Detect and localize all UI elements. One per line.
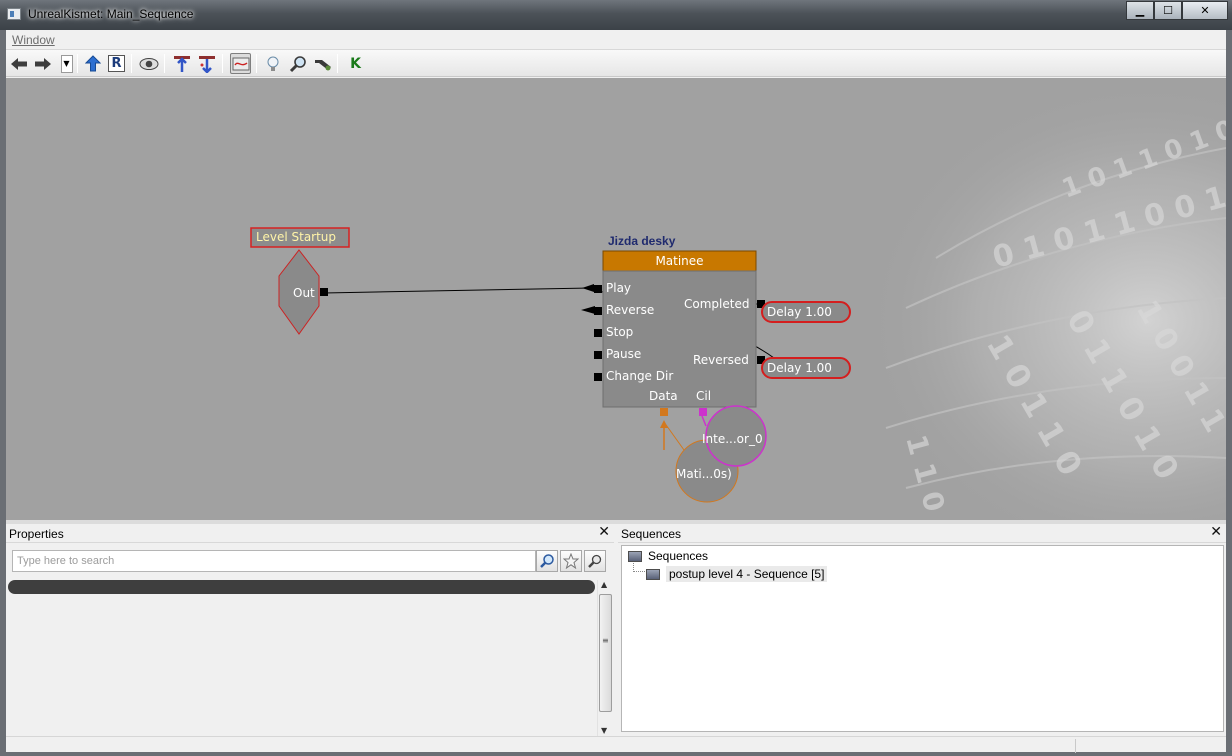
- sequence-folder-icon: [628, 550, 642, 562]
- scrollbar-thumb[interactable]: [599, 594, 612, 712]
- toolbar-separator: [337, 54, 338, 73]
- sequence-tree: Sequences postup level 4 - Sequence [5]: [621, 545, 1224, 732]
- matinee-title: Matinee: [655, 254, 704, 268]
- kismet-debugger-icon[interactable]: K: [345, 53, 366, 74]
- sequences-close-icon[interactable]: ✕: [1210, 524, 1222, 540]
- pause-connector[interactable]: [594, 351, 602, 359]
- window-controls: ▁ ☐ ✕: [1126, 1, 1228, 20]
- properties-panel: Properties ✕ ▲ ≡ ▼: [6, 524, 614, 748]
- properties-close-icon[interactable]: ✕: [598, 524, 610, 540]
- input-reverse: Reverse: [606, 303, 655, 317]
- toolbar-separator: [256, 54, 257, 73]
- toolbar-separator: [164, 54, 165, 73]
- property-list: [8, 596, 595, 746]
- tree-item-child[interactable]: postup level 4 - Sequence [5]: [646, 566, 828, 582]
- minimize-button[interactable]: ▁: [1126, 1, 1154, 20]
- parent-sequence-icon[interactable]: [82, 53, 103, 74]
- event-node-title: Level Startup: [256, 230, 337, 244]
- input-stop: Stop: [606, 325, 634, 339]
- app-icon: [7, 8, 21, 20]
- input-change-dir: Change Dir: [606, 369, 674, 383]
- scroll-up-icon[interactable]: ▲: [601, 580, 607, 589]
- forward-arrow-icon[interactable]: [32, 53, 53, 74]
- menu-bar: Window: [6, 30, 1226, 50]
- output-completed: Completed: [684, 297, 750, 311]
- out-connector[interactable]: [320, 288, 328, 296]
- properties-header: Properties ✕: [6, 524, 614, 543]
- properties-scrollbar[interactable]: ▲ ≡ ▼: [597, 580, 613, 738]
- toolbar-separator: [77, 54, 78, 73]
- scroll-grip-icon: ≡: [602, 636, 609, 645]
- back-arrow-icon[interactable]: [8, 53, 29, 74]
- close-button[interactable]: ✕: [1182, 1, 1228, 20]
- update-sequence-icon[interactable]: [312, 53, 333, 74]
- matinee-comment: Jizda desky: [608, 234, 676, 248]
- tree-item-root-label: Sequences: [648, 549, 709, 563]
- menu-window[interactable]: Window: [12, 33, 55, 47]
- scroll-down-icon[interactable]: ▼: [601, 726, 607, 735]
- input-play: Play: [606, 281, 632, 295]
- sequences-title: Sequences: [621, 527, 682, 541]
- chevron-down-icon: ▼: [60, 54, 73, 73]
- toolbar-separator: [222, 54, 223, 73]
- status-bar: [6, 736, 1226, 753]
- properties-search-input[interactable]: [13, 551, 535, 571]
- properties-title: Properties: [9, 527, 64, 541]
- curved-lines-icon[interactable]: [230, 53, 251, 74]
- output-reversed: Reversed: [693, 353, 749, 367]
- lightbulb-icon[interactable]: [262, 53, 283, 74]
- reverse-connector[interactable]: [594, 307, 602, 315]
- play-connector[interactable]: [594, 285, 602, 293]
- search-icon[interactable]: [536, 550, 558, 572]
- status-divider: [1075, 739, 1076, 753]
- sequences-header: Sequences ✕: [618, 524, 1226, 543]
- tree-item-child-label: postup level 4 - Sequence [5]: [666, 566, 828, 582]
- sequence-icon: [646, 568, 660, 580]
- maximize-button[interactable]: ☐: [1154, 1, 1182, 20]
- create-sequence-icon[interactable]: [196, 53, 217, 74]
- out-label: Out: [293, 286, 315, 300]
- open-new-window-icon[interactable]: [171, 53, 192, 74]
- hide-unused-connectors-icon[interactable]: [138, 53, 159, 74]
- tree-item-root[interactable]: Sequences: [628, 549, 708, 563]
- properties-search-box: [12, 550, 536, 572]
- kismet-canvas[interactable]: 1 0 1 1 0 1 0 0 1 0 1 1 0 0 1 1 0 1 1 0 …: [6, 78, 1226, 520]
- filter-icon[interactable]: [584, 550, 606, 572]
- cil-var-connector[interactable]: [699, 408, 707, 416]
- favorite-star-icon[interactable]: [560, 550, 582, 572]
- delay-label: Delay 1.00: [767, 305, 832, 319]
- sequences-panel: Sequences ✕ Sequences postup level 4 - S…: [618, 524, 1226, 736]
- change-dir-connector[interactable]: [594, 373, 602, 381]
- delay-label: Delay 1.00: [767, 361, 832, 375]
- input-pause: Pause: [606, 347, 642, 361]
- history-dropdown[interactable]: ▼: [56, 53, 77, 74]
- window-title: UnrealKismet: Main_Sequence: [28, 7, 194, 21]
- search-icon[interactable]: [287, 53, 308, 74]
- toolbar: ▼ R K: [6, 50, 1226, 77]
- toolbar-separator: [131, 54, 132, 73]
- property-category-bar[interactable]: [8, 580, 595, 594]
- rename-sequence-icon[interactable]: R: [106, 53, 127, 74]
- var-cil-label: Cil: [696, 389, 712, 403]
- stop-connector[interactable]: [594, 329, 602, 337]
- interp-actor-label: Inte...or_0: [702, 432, 763, 446]
- window-client: Window ▼ R K 1 0 1 1 0 1 0 0 1 0 1 1 0 0…: [6, 30, 1226, 753]
- canvas-background-art: 1 0 1 1 0 1 0 0 1 0 1 1 0 0 1 1 0 1 1 0 …: [6, 78, 1226, 520]
- var-data-label: Data: [649, 389, 678, 403]
- title-bar: UnrealKismet: Main_Sequence ▁ ☐ ✕: [0, 0, 1232, 30]
- data-var-connector[interactable]: [660, 408, 668, 416]
- matinee-data-label: Mati...0s): [676, 467, 732, 481]
